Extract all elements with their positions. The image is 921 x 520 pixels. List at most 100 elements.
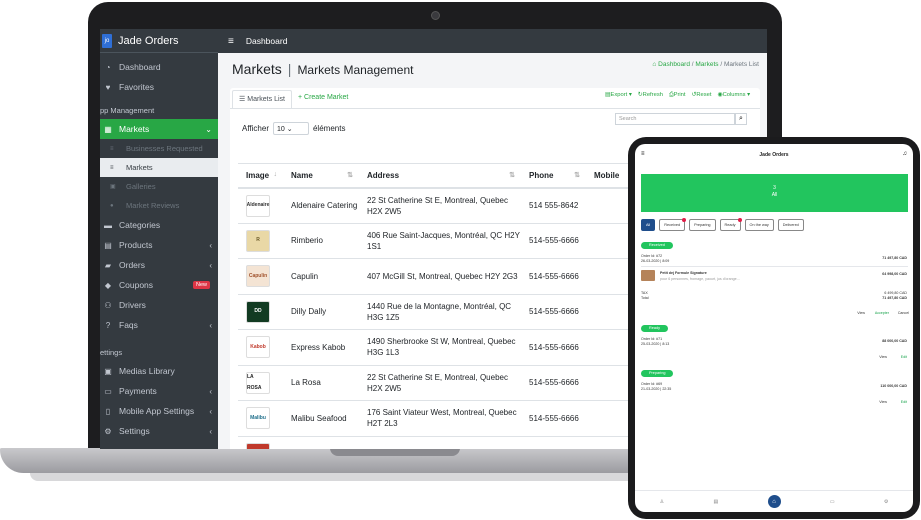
cell-image: Capulin — [238, 258, 283, 295]
column-header-name[interactable]: Name ⇅ — [283, 163, 359, 189]
edit-button[interactable]: Edit — [901, 355, 907, 359]
sidebar-item-settings[interactable]: ⚙ Settings ‹ — [100, 421, 218, 441]
tablet-screen: ≡ Jade Orders ♫ 3 All All Received Prepa… — [635, 144, 913, 512]
filter-ready[interactable]: Ready — [719, 218, 742, 231]
cell-name: Aldenaire Catering — [283, 187, 359, 224]
tab-label: Create Market — [304, 94, 349, 101]
page-length-select[interactable]: 10 ⌄ — [272, 122, 309, 135]
bell-icon[interactable]: ♫ — [903, 151, 908, 157]
column-header-phone[interactable]: Phone ⇅ — [521, 163, 586, 189]
sidebar-subitem-label: Market Reviews — [126, 201, 180, 210]
export-button[interactable]: ▤Export ▾ — [605, 92, 632, 99]
top-navbar: ≡ Dashboard — [218, 29, 767, 53]
cell-image: LA ROSA — [238, 365, 283, 401]
search-button[interactable]: ⌕ — [735, 113, 747, 125]
filter-on-the-way[interactable]: On the way — [744, 219, 774, 231]
cell-address: 1440 Rue de la Montagne, Montréal, QC H3… — [359, 294, 521, 330]
sidebar-subitem-businesses-requested[interactable]: ≡ Businesses Requested — [100, 139, 218, 158]
cell-address: 176 Saint Viateur West, Montreal, Quebec… — [359, 400, 521, 437]
market-logo: R — [246, 229, 270, 252]
total-label: Total — [641, 296, 649, 300]
view-button[interactable]: View — [879, 355, 887, 359]
filter-all[interactable]: All — [641, 219, 656, 231]
order-id: Order Id: #72 — [641, 254, 663, 258]
sidebar-item-favorites[interactable]: ♥ Favorites — [100, 77, 218, 97]
sidebar-item-label: Favorites — [119, 82, 154, 92]
list-icon[interactable]: ▤ — [713, 499, 718, 505]
page-title: Markets | Markets Management — [232, 61, 414, 77]
edit-button[interactable]: Edit — [901, 400, 907, 404]
chat-icon[interactable]: ▭ — [830, 499, 835, 505]
breadcrumb-markets[interactable]: Markets — [695, 61, 718, 68]
accept-button[interactable]: Accepter — [875, 311, 889, 315]
market-logo: LA ROSA — [246, 371, 270, 394]
sidebar-item-drivers[interactable]: ⚇ Drivers — [100, 295, 218, 315]
filter-preparing[interactable]: Preparing — [689, 219, 716, 231]
brand[interactable]: jo Jade Orders — [100, 29, 218, 53]
view-button[interactable]: View — [879, 400, 887, 404]
tablet-app-title: Jade Orders — [759, 152, 789, 158]
status-badge-ready: Ready — [641, 325, 668, 332]
sidebar-item-orders[interactable]: ▰ Orders ‹ — [100, 255, 218, 275]
cell-phone: 514-555-6666 — [521, 258, 586, 295]
chevron-left-icon: ‹ — [209, 320, 212, 330]
column-label: Image — [246, 170, 270, 180]
breadcrumb-dashboard[interactable]: Dashboard — [658, 61, 690, 68]
sidebar-item-faqs[interactable]: ? Faqs ‹ — [100, 315, 218, 335]
column-header-address[interactable]: Address ⇅ — [359, 163, 521, 189]
settings-icon[interactable]: ⚙ — [884, 499, 888, 505]
breadcrumb-separator: / — [720, 61, 723, 68]
market-logo-text: Kabob — [250, 343, 266, 350]
sidebar-item-coupons[interactable]: ◆ Coupons New — [100, 275, 218, 295]
sidebar-item-label: Categories — [119, 220, 161, 230]
cell-image: Malibu — [238, 400, 283, 437]
sidebar-subitem-markets[interactable]: ≡ Markets — [100, 158, 218, 177]
hamburger-menu-icon[interactable]: ≡ — [228, 36, 234, 47]
reset-button[interactable]: ↺Reset — [692, 92, 712, 99]
tab-markets-list[interactable]: ☰ Markets List — [232, 90, 292, 108]
home-icon[interactable]: ⌂ — [767, 495, 781, 508]
store-icon: ▦ — [104, 124, 112, 134]
filter-received[interactable]: Received — [659, 218, 687, 231]
question-icon: ? — [105, 320, 111, 330]
sidebar-item-markets[interactable]: ▦ Markets ⌄ — [100, 119, 218, 139]
currency: CAD — [899, 256, 907, 260]
print-button[interactable]: ⎙Print — [669, 92, 686, 99]
order-date: 25-03-2020 | 8:13 — [641, 342, 670, 346]
sidebar-item-mobile-app-settings[interactable]: ▯ Mobile App Settings ‹ — [100, 401, 218, 421]
brand-name: Jade Orders — [118, 34, 179, 47]
table-toolbar: ▤Export ▾ ↻Refresh ⎙Print ↺Reset ◉Column… — [605, 92, 750, 99]
export-label: Export — [610, 92, 628, 98]
title-separator: | — [287, 61, 292, 77]
card-tabs: ☰ Markets List + Create Market — [232, 90, 355, 108]
orders-summary-card: 3 All — [641, 174, 908, 212]
filter-delivered[interactable]: Delivered — [777, 219, 804, 231]
cell-phone: 514-555-6666 — [521, 400, 586, 437]
sidebar-subitem-market-reviews[interactable]: ● Market Reviews — [100, 196, 218, 215]
sidebar-item-payments[interactable]: ▭ Payments ‹ — [100, 381, 218, 401]
cell-address: 22 St Catherine St E, Montreal, Quebec H… — [359, 187, 521, 224]
heart-icon: ♥ — [105, 82, 111, 92]
sidebar-item-dashboard[interactable]: ◔ Dashboard — [100, 57, 218, 77]
column-label: Name — [291, 170, 313, 180]
refresh-button[interactable]: ↻Refresh — [638, 92, 663, 99]
cancel-button[interactable]: Cancel — [898, 311, 909, 315]
columns-button[interactable]: ◉Columns ▾ — [718, 92, 750, 99]
section-header-settings: ettings — [100, 347, 123, 357]
sidebar-item-categories[interactable]: ▬ Categories — [100, 215, 218, 235]
bottom-tab-bar: ♙ ▤ ⌂ ▭ ⚙ — [635, 490, 913, 512]
page-subtitle: Markets Management — [297, 63, 414, 77]
column-header-image[interactable]: Image ↓ — [238, 163, 283, 189]
cell-image — [238, 436, 283, 449]
notification-dot — [682, 218, 687, 222]
topbar-dashboard-link[interactable]: Dashboard — [246, 36, 288, 46]
tab-create-market[interactable]: + Create Market — [291, 90, 355, 108]
user-icon[interactable]: ♙ — [660, 499, 664, 505]
sidebar-subitem-galleries[interactable]: ▣ Galleries — [100, 177, 218, 196]
view-button[interactable]: View — [857, 311, 865, 315]
brand-logo: jo — [102, 33, 112, 48]
sidebar-item-products[interactable]: ▤ Products ‹ — [100, 235, 218, 255]
search-input[interactable]: Search — [615, 113, 735, 125]
sidebar-item-medias-library[interactable]: ▣ Medias Library — [100, 361, 218, 381]
sort-icon: ⇅ — [347, 171, 353, 179]
